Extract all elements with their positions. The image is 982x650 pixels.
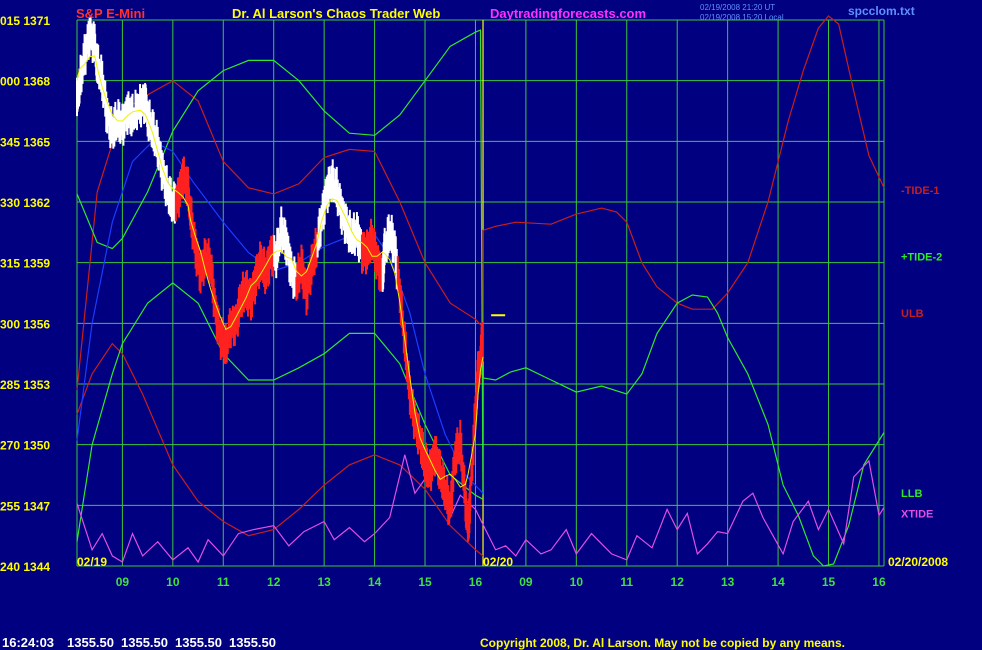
y-tick-label: 300 1356 xyxy=(0,317,50,331)
copyright-notice: Copyright 2008, Dr. Al Larson. May not b… xyxy=(480,636,845,650)
x-tick-label: 11 xyxy=(620,575,633,589)
y-tick-label: 000 1368 xyxy=(0,75,50,89)
quote-close: 1355.50 xyxy=(229,635,276,650)
chart-title: Dr. Al Larson's Chaos Trader Web xyxy=(232,6,440,21)
chaos-chart: 015 1371 000 1368 345 1365 330 1362 315 1359… xyxy=(0,0,982,650)
y-tick-label: 285 1353 xyxy=(0,378,50,392)
x-tick-label: 09 xyxy=(519,575,533,589)
y-tick-label: 330 1362 xyxy=(0,196,50,210)
series-label: LLB xyxy=(901,488,922,500)
y-tick-label: 345 1365 xyxy=(0,135,50,149)
x-tick-label: 13 xyxy=(317,575,331,589)
x-tick-label: 09 xyxy=(116,575,130,589)
series-label: ULB xyxy=(901,308,924,320)
date-label: 02/20/2008 xyxy=(888,555,948,569)
timestamp-ut: 02/19/2008 21:20 UT xyxy=(700,3,775,12)
x-tick-label: 10 xyxy=(570,575,584,589)
series-label: XTIDE xyxy=(901,508,933,520)
series-label: +TIDE-2 xyxy=(901,252,942,264)
timestamp-local: 02/19/2008 15:20 Local xyxy=(700,13,784,22)
x-tick-label: 15 xyxy=(418,575,432,589)
data-file-name: spcclom.txt xyxy=(848,4,915,18)
site-link[interactable]: Daytradingforecasts.com xyxy=(490,6,646,21)
symbol-label: S&P E-Mini xyxy=(76,6,145,21)
x-tick-label: 15 xyxy=(822,575,836,589)
y-tick-label: 240 1344 xyxy=(0,560,50,574)
y-tick-label: 255 1347 xyxy=(0,499,50,513)
y-tick-label: 270 1350 xyxy=(0,439,50,453)
quote-time: 16:24:03 xyxy=(2,635,54,650)
quote-open: 1355.50 xyxy=(67,635,114,650)
y-tick-label: 315 1359 xyxy=(0,257,50,271)
series-label: -TIDE-1 xyxy=(901,185,940,197)
y-tick-label: 015 1371 xyxy=(0,14,50,28)
x-tick-label: 14 xyxy=(368,575,382,589)
x-tick-label: 16 xyxy=(872,575,886,589)
x-tick-label: 16 xyxy=(469,575,483,589)
x-tick-label: 13 xyxy=(721,575,735,589)
date-label: 02/19 xyxy=(77,555,107,569)
date-label: 02/20 xyxy=(483,555,513,569)
x-tick-label: 12 xyxy=(671,575,685,589)
x-tick-label: 11 xyxy=(217,575,230,589)
quote-low: 1355.50 xyxy=(175,635,222,650)
x-tick-label: 14 xyxy=(771,575,785,589)
quote-high: 1355.50 xyxy=(121,635,168,650)
x-tick-label: 10 xyxy=(166,575,180,589)
x-tick-label: 12 xyxy=(267,575,281,589)
